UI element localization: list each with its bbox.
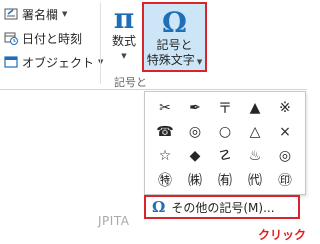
watermark: JPITA (98, 214, 130, 228)
symbol-label-line1: 記号と (156, 38, 193, 52)
dropdown-arrow-icon[interactable]: ▼ (108, 49, 140, 64)
symbol-cell[interactable]: ◎ (180, 120, 210, 144)
symbol-cell[interactable]: ㈹ (240, 168, 270, 192)
ribbon-divider (0, 89, 307, 90)
click-callout: クリック (258, 228, 307, 242)
object-button[interactable]: オブジェクト ▼ (4, 52, 103, 72)
signature-line-button[interactable]: 署名欄 ▼ (4, 4, 67, 24)
group-separator (100, 2, 101, 84)
omega-icon: Ω (152, 198, 166, 216)
symbol-cell[interactable]: ☆ (150, 144, 180, 168)
group-label: 記号と (114, 76, 147, 89)
symbol-cell[interactable]: ◆ (180, 144, 210, 168)
date-time-label: 日付と時刻 (22, 31, 83, 46)
symbol-cell[interactable]: ▲ (240, 96, 270, 120)
symbol-cell[interactable]: ✒ (180, 96, 210, 120)
symbol-cell[interactable]: ◎ (270, 144, 300, 168)
more-symbols-label: その他の記号(M)... (171, 200, 275, 215)
calendar-clock-icon (4, 31, 18, 45)
pen-icon (4, 7, 18, 21)
dropdown-arrow-icon: ▼ (196, 58, 203, 66)
omega-icon: Ω (162, 6, 187, 39)
symbol-cell[interactable]: ☡ (210, 144, 240, 168)
signature-line-label: 署名欄 (22, 7, 59, 22)
symbol-gallery: ✂ ✒ 〒 ▲ ※ ☎ ◎ ○ △ × ☆ ◆ ☡ ♨ ◎ ㊕㈱㈲㈹㊞ (144, 91, 306, 195)
ribbon: 署名欄 ▼ 日付と時刻 オブジェクト ▼ π 数式 ▼ Ω (0, 0, 307, 90)
more-symbols-button[interactable]: Ω その他の記号(M)... (144, 195, 300, 219)
symbol-cell[interactable]: 〒 (210, 96, 240, 120)
symbol-cell[interactable]: ✂ (150, 96, 180, 120)
symbol-cell[interactable]: ※ (270, 96, 300, 120)
symbol-cell[interactable]: × (270, 120, 300, 144)
equation-label: 数式 (111, 34, 136, 48)
symbol-button[interactable]: Ω 記号と 特殊文字 ▼ (142, 2, 207, 72)
symbol-label-line2: 特殊文字 (146, 53, 195, 67)
symbol-cell[interactable]: ㊞ (270, 168, 300, 192)
symbol-cell[interactable]: ㈲ (210, 168, 240, 192)
pi-icon: π (113, 2, 135, 35)
symbol-cell[interactable]: ☎ (150, 120, 180, 144)
object-icon (4, 55, 18, 69)
dropdown-arrow-icon[interactable]: ▼ (62, 10, 67, 18)
equation-button[interactable]: π 数式 ▼ (108, 4, 140, 64)
symbol-cell[interactable]: ㊕ (150, 168, 180, 192)
symbol-cell[interactable]: ㈱ (180, 168, 210, 192)
date-time-button[interactable]: 日付と時刻 (4, 28, 82, 48)
symbol-cell[interactable]: ○ (210, 120, 240, 144)
object-label: オブジェクト (22, 55, 95, 70)
symbol-cell[interactable]: △ (240, 120, 270, 144)
symbol-cell[interactable]: ♨ (240, 144, 270, 168)
